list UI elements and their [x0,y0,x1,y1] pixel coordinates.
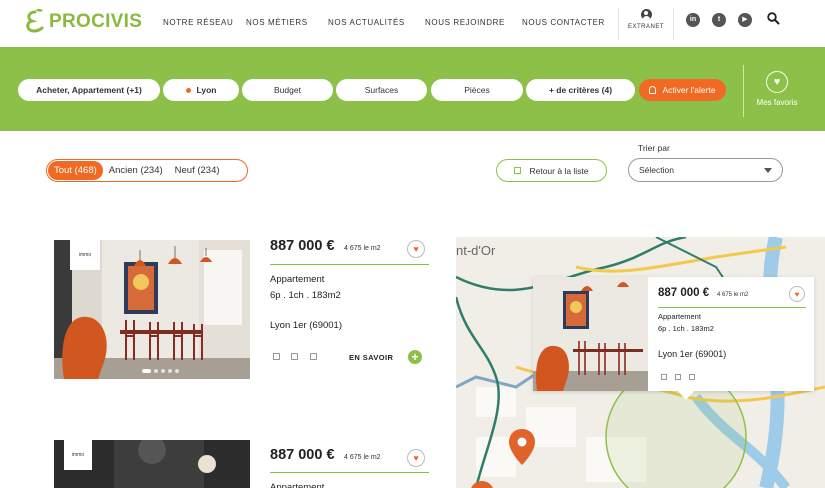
agency-logo: immo [64,440,92,470]
more-criteria-filter[interactable]: + de critères (4) [526,79,635,101]
back-to-list-label: Retour à la liste [529,165,589,176]
listing-price-per-m2: 4 675 le m2 [344,454,381,461]
favorites-link[interactable]: ♥ Mes favoris [752,71,802,107]
youtube-icon[interactable]: ▶ [738,13,752,27]
chevron-down-icon [764,168,772,173]
map-listing-popup[interactable]: 887 000 € 4 675 le m2 ♥ Appartement 6p .… [533,277,814,391]
sort-label: Trier par [638,143,670,153]
feature-icon [273,353,280,360]
listing-price: 887 000 € [270,447,335,463]
popup-photo [533,277,648,391]
popup-specs: 6p . 1ch . 183m2 [658,324,714,333]
feature-icon [661,374,667,380]
popup-price: 887 000 € [658,287,710,299]
agency-logo-text: immo [71,452,85,458]
back-to-list-button[interactable]: Retour à la liste [496,159,607,182]
nav-nous-rejoindre[interactable]: NOUS REJOINDRE [425,18,505,27]
nav-nous-contacter[interactable]: NOUS CONTACTER [522,18,605,27]
city-filter-label: Lyon [196,85,217,95]
feature-icon [310,353,317,360]
favorite-heart-icon[interactable]: ♥ [407,449,425,467]
sort-value: Sélection [639,165,674,175]
favorites-label: Mes favoris [756,98,798,107]
procivis-logo[interactable]: PROCIVIS [24,9,142,35]
sort-select[interactable]: Sélection [628,158,783,182]
twitter-icon[interactable]: t [712,13,726,27]
extranet-link[interactable]: EXTRANET [626,9,666,30]
segment-neuf[interactable]: Neuf (234) [169,161,226,180]
popup-price-per-m2: 4 675 le m2 [717,292,749,298]
segment-tout[interactable]: Tout (468) [48,161,103,180]
feature-icon [689,374,695,380]
logo-leaf-icon [26,9,44,33]
favorite-heart-icon[interactable]: ♥ [789,286,805,302]
list-icon [514,167,522,174]
listing-specs: 6p . 1ch . 183m2 [270,290,341,301]
listing-divider [270,264,429,265]
activate-alert-button[interactable]: Activer l'alerte [639,79,726,101]
listing-city: Lyon 1er (69001) [270,320,343,331]
extranet-label: EXTRANET [627,24,664,30]
activate-alert-label: Activer l'alerte [662,85,716,95]
popup-type: Appartement [658,312,701,321]
property-type-filter[interactable]: Acheter, Appartement (+1) [18,79,160,101]
pieces-filter[interactable]: Pièces [431,79,523,101]
listing-price-per-m2: 4 675 le m2 [344,245,381,252]
user-icon [640,9,652,20]
surfaces-filter[interactable]: Surfaces [336,79,427,101]
listing-divider [270,472,429,473]
logo-text: PROCIVIS [49,11,143,32]
listing-price: 887 000 € [270,238,335,254]
popup-city: Lyon 1er (69001) [658,349,727,359]
nav-nos-metiers[interactable]: NOS MÉTIERS [246,18,308,27]
budget-filter[interactable]: Budget [242,79,333,101]
bell-icon [649,86,657,94]
city-filter[interactable]: Lyon [163,79,239,101]
filter-bar: Acheter, Appartement (+1) Lyon Budget Su… [0,47,825,131]
city-dot-icon [185,87,191,93]
plus-icon[interactable]: + [408,350,422,364]
photo-carousel-dots[interactable] [142,369,179,373]
heart-icon: ♥ [766,71,788,93]
segment-ancien[interactable]: Ancien (234) [103,161,169,180]
feature-icon [675,374,681,380]
listing-type-segment: Tout (468) Ancien (234) Neuf (234) [46,159,248,182]
search-icon[interactable] [767,12,780,25]
popup-pointer [677,390,695,400]
feature-icon [291,353,298,360]
favorite-heart-icon[interactable]: ♥ [407,240,425,258]
nav-nos-actualites[interactable]: NOS ACTUALITÉS [328,18,405,27]
en-savoir-link[interactable]: EN SAVOIR [349,353,393,362]
map-place-label: nt-d'Or [456,243,496,258]
header-divider [618,8,619,40]
agency-logo: immo [70,240,100,270]
nav-notre-reseau[interactable]: NOTRE RÉSEAU [163,18,233,27]
listing-type: Appartement [270,274,325,285]
agency-logo-text: immo [78,252,92,258]
header-divider [673,8,674,40]
popup-divider [658,307,806,308]
site-header: PROCIVIS NOTRE RÉSEAU NOS MÉTIERS NOS AC… [0,0,825,47]
favorites-divider [743,65,744,117]
linkedin-icon[interactable]: in [686,13,700,27]
listing-type: Appartement [270,482,325,488]
